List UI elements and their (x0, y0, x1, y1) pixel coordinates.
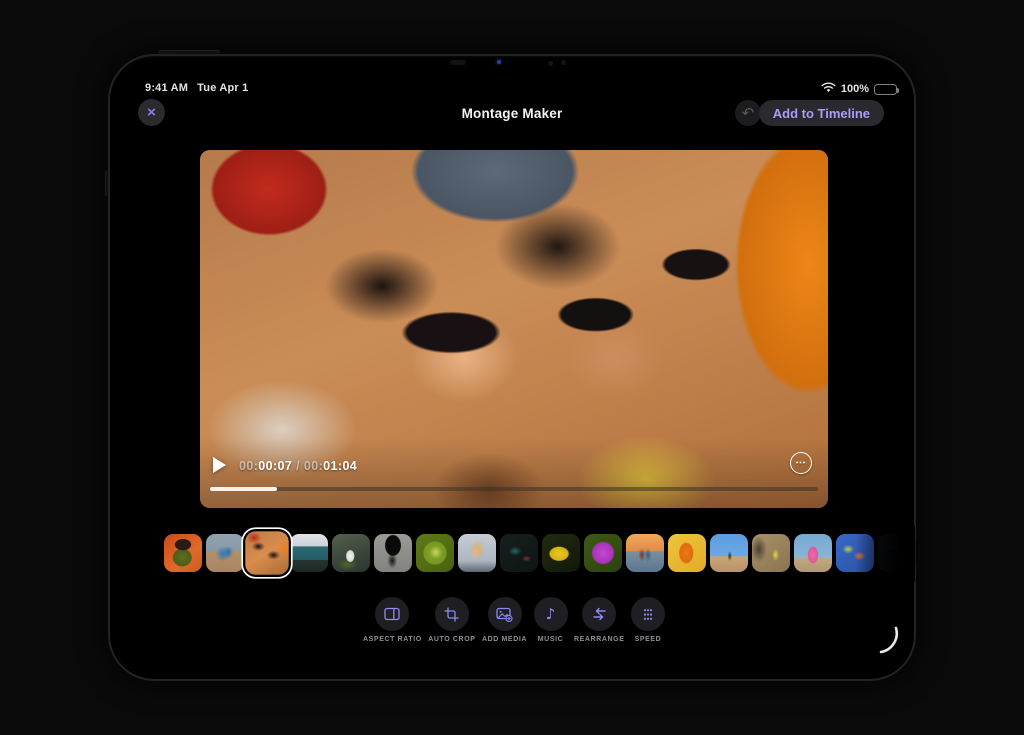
aspect-ratio-icon (384, 607, 400, 621)
music-button[interactable]: ♪ MUSIC (534, 597, 568, 643)
filmstrip-thumbnail[interactable] (668, 534, 706, 572)
video-progress-bar[interactable] (210, 487, 818, 491)
filmstrip-thumbnail[interactable] (836, 534, 874, 572)
clip-filmstrip (164, 534, 916, 572)
add-media-button[interactable]: ADD MEDIA (482, 597, 527, 643)
video-progress-fill (210, 487, 277, 491)
filmstrip-thumbnail[interactable] (290, 534, 328, 572)
timecode-separator: / (292, 459, 304, 473)
front-camera-icon (497, 60, 501, 64)
status-bar-right: 100% (821, 82, 897, 96)
filmstrip-thumbnail[interactable] (500, 534, 538, 572)
add-media-label: ADD MEDIA (482, 636, 527, 643)
rearrange-button[interactable]: REARRANGE (574, 597, 625, 643)
timecode: 00:00:07 / 00:01:04 (239, 459, 357, 473)
auto-crop-label: AUTO CROP (428, 636, 475, 643)
status-bar-left: 9:41 AM Tue Apr 1 (145, 82, 248, 94)
screen-reflection-arc (872, 622, 902, 663)
timecode-current-prefix: 00: (239, 459, 258, 473)
add-media-icon (496, 607, 513, 622)
undo-icon: ↶ (742, 104, 755, 122)
filmstrip-thumbnail[interactable] (626, 534, 664, 572)
ellipsis-icon: ••• (796, 460, 806, 467)
add-to-timeline-button[interactable]: Add to Timeline (759, 100, 884, 126)
filmstrip-thumbnail[interactable] (458, 534, 496, 572)
front-sensor-dot (548, 61, 553, 66)
video-more-button[interactable]: ••• (790, 452, 812, 474)
play-button[interactable] (213, 457, 226, 473)
filmstrip-thumbnail[interactable] (710, 534, 748, 572)
rearrange-label: REARRANGE (574, 636, 625, 643)
music-label: MUSIC (538, 636, 564, 643)
timecode-current: 00:07 (258, 459, 292, 473)
rearrange-icon (592, 607, 607, 621)
filmstrip-thumbnail[interactable] (374, 534, 412, 572)
speed-label: SPEED (635, 636, 662, 643)
front-sensor-dot-2 (561, 60, 566, 65)
filmstrip-thumbnail[interactable] (542, 534, 580, 572)
filmstrip-thumbnail[interactable] (416, 534, 454, 572)
filmstrip-thumbnail[interactable] (584, 534, 622, 572)
timecode-duration-prefix: 00: (304, 459, 323, 473)
editing-toolbar: ASPECT RATIO AUTO CROP (363, 597, 665, 643)
battery-icon (874, 84, 897, 95)
video-bottom-shade (200, 438, 828, 508)
filmstrip-thumbnail[interactable] (752, 534, 790, 572)
timecode-duration: 01:04 (323, 459, 357, 473)
battery-percent: 100% (841, 83, 869, 95)
speed-button[interactable]: SPEED (631, 597, 665, 643)
filmstrip-thumbnail[interactable] (206, 534, 244, 572)
filmstrip-thumbnail[interactable] (878, 534, 916, 572)
status-time: 9:41 AM (145, 82, 188, 94)
auto-crop-icon (444, 607, 459, 622)
speed-icon (641, 608, 655, 621)
filmstrip-thumbnail[interactable] (332, 534, 370, 572)
aspect-ratio-button[interactable]: ASPECT RATIO (363, 597, 422, 643)
music-note-icon: ♪ (546, 607, 556, 622)
screenshot-stage: 9:41 AM Tue Apr 1 100% × Montage Maker ↶… (0, 0, 1024, 735)
filmstrip-thumbnail[interactable] (164, 534, 202, 572)
video-preview[interactable] (200, 150, 828, 508)
filmstrip-thumbnail[interactable] (794, 534, 832, 572)
front-sensor-oval (450, 60, 466, 65)
aspect-ratio-label: ASPECT RATIO (363, 636, 422, 643)
auto-crop-button[interactable]: AUTO CROP (428, 597, 475, 643)
undo-button[interactable]: ↶ (735, 100, 761, 126)
wifi-icon (821, 82, 836, 96)
status-date: Tue Apr 1 (197, 82, 248, 94)
filmstrip-thumbnail-selected[interactable] (245, 531, 288, 574)
